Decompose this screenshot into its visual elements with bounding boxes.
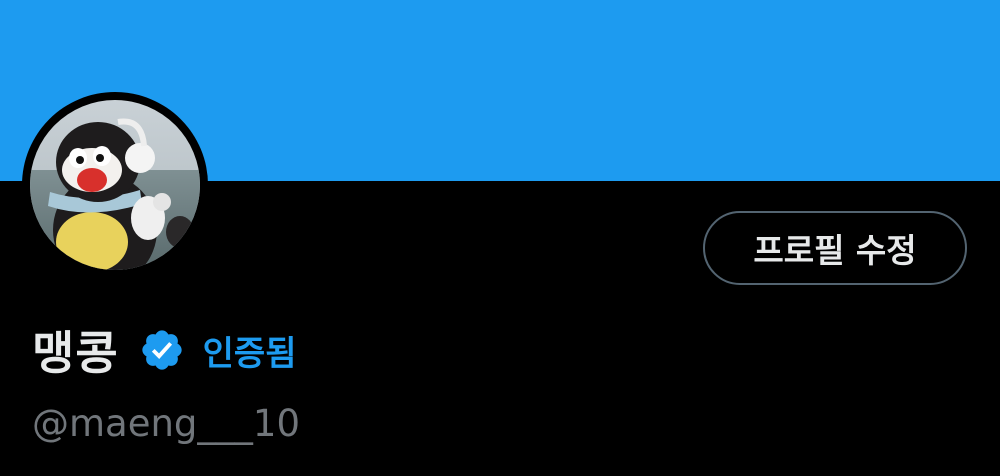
user-handle: @maeng___10 <box>32 402 300 445</box>
edit-profile-button-label: 프로필 수정 <box>753 231 917 270</box>
profile-name-row: 맹콩 인증됨 <box>32 318 296 382</box>
display-name: 맹콩 <box>32 326 119 380</box>
avatar[interactable] <box>30 100 200 270</box>
avatar-image <box>30 100 200 270</box>
avatar-border <box>22 92 208 278</box>
edit-profile-button[interactable]: 프로필 수정 <box>703 211 967 285</box>
profile-page: 프로필 수정 맹콩 인증됨 @maeng___10 <box>0 0 1000 476</box>
verified-badge-icon[interactable] <box>139 327 185 373</box>
verified-label[interactable]: 인증됨 <box>203 326 297 375</box>
